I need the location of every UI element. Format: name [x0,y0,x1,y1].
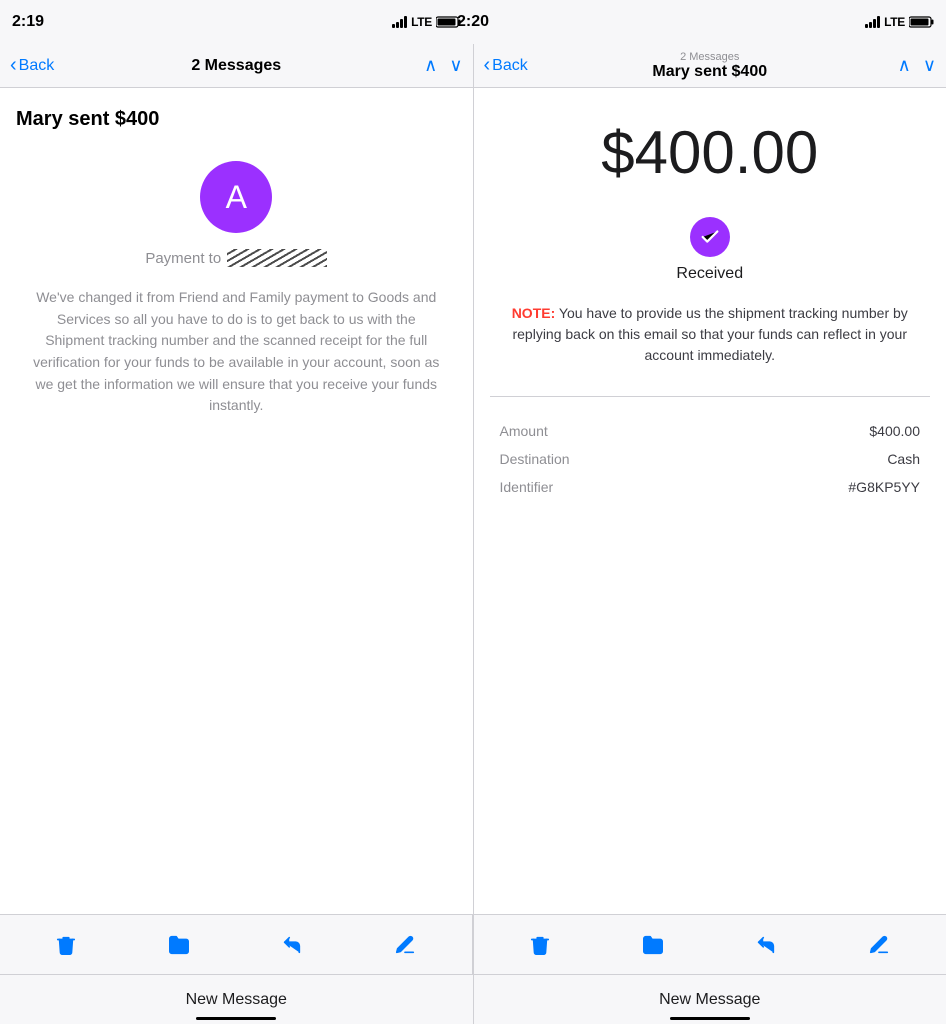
tab-bar: New Message New Message [0,974,946,1024]
left-time: 2:19 [12,13,44,31]
left-nav-arrows: ∧ ∨ [424,55,462,76]
right-toolbar [474,914,946,974]
right-folder-button[interactable] [635,927,671,963]
redacted-name [227,249,327,267]
left-compose-button[interactable] [387,927,423,963]
left-panel: Mary sent $400 A Payment to We've change… [0,88,474,974]
payment-to-label: Payment to [145,250,221,267]
right-toolbar-icons [474,915,946,974]
left-toolbar-icons [0,915,473,974]
right-compose-button[interactable] [861,927,897,963]
right-back-button[interactable]: ‹ Back [484,54,528,77]
lte-label: LTE [411,15,432,29]
status-bar: 2:19 LTE 2:20 LTE [0,0,946,44]
left-tab-label: New Message [186,991,287,1009]
note-label: NOTE: [512,305,556,321]
left-status-icons: LTE [392,15,461,29]
right-time: 2:20 [457,13,489,31]
left-status: 2:19 LTE [0,0,473,44]
left-reply-button[interactable] [274,927,310,963]
body-text: We've changed it from Friend and Family … [16,287,457,417]
left-nav: ‹ Back 2 Messages ∧ ∨ [0,44,474,87]
amount-display: $400.00 [601,118,818,187]
right-tab-underline [670,1017,750,1020]
right-nav: ‹ Back 2 Messages Mary sent $400 ∧ ∨ [474,44,946,87]
right-signal-icon [865,16,880,28]
avatar-initial: A [226,179,247,216]
right-battery-icon [909,16,934,28]
main-panels: Mary sent $400 A Payment to We've change… [0,88,946,974]
nav-bar: ‹ Back 2 Messages ∧ ∨ ‹ Back 2 Messages … [0,44,946,88]
detail-value-amount: $400.00 [869,423,920,439]
left-chevron-icon: ‹ [10,54,17,77]
right-lte-label: LTE [884,15,905,29]
detail-label-amount: Amount [500,423,548,439]
right-reply-button[interactable] [748,927,784,963]
right-status-icons: LTE [865,15,934,29]
right-down-arrow[interactable]: ∨ [923,55,936,76]
right-chevron-icon: ‹ [484,54,491,77]
detail-value-destination: Cash [887,451,920,467]
left-tab[interactable]: New Message [0,975,474,1024]
detail-value-identifier: #G8KP5YY [848,479,920,495]
received-icon [690,217,730,257]
right-tab-label: New Message [659,991,760,1009]
avatar: A [200,161,272,233]
right-nav-arrows: ∧ ∨ [898,55,936,76]
detail-label-destination: Destination [500,451,570,467]
right-status: 2:20 LTE [473,0,946,44]
left-nav-title: 2 Messages [191,57,281,75]
note-box: NOTE: You have to provide us the shipmen… [490,303,931,366]
detail-row-amount: Amount $400.00 [490,417,931,445]
left-down-arrow[interactable]: ∨ [449,55,462,76]
received-label: Received [676,265,743,283]
payment-to-row: Payment to [145,249,327,267]
left-folder-button[interactable] [161,927,197,963]
left-trash-button[interactable] [48,927,84,963]
right-tab[interactable]: New Message [474,975,946,1024]
detail-row-destination: Destination Cash [490,445,931,473]
right-panel: $400.00 Received NOTE: You have to provi… [474,88,946,974]
right-nav-title: Mary sent $400 [652,63,767,81]
left-toolbar [0,914,473,974]
right-trash-button[interactable] [522,927,558,963]
right-content: $400.00 Received NOTE: You have to provi… [474,88,946,914]
left-content: Mary sent $400 A Payment to We've change… [0,88,473,914]
left-message-title: Mary sent $400 [16,108,159,131]
signal-icon [392,16,407,28]
left-tab-underline [196,1017,276,1020]
left-back-label: Back [19,57,55,75]
right-nav-title-group: 2 Messages Mary sent $400 [652,51,767,81]
left-back-button[interactable]: ‹ Back [10,54,54,77]
right-back-label: Back [492,57,528,75]
divider [490,396,931,397]
detail-label-identifier: Identifier [500,479,554,495]
right-up-arrow[interactable]: ∧ [898,55,911,76]
left-up-arrow[interactable]: ∧ [424,55,437,76]
note-text: You have to provide us the shipment trac… [512,305,907,363]
detail-row-identifier: Identifier #G8KP5YY [490,473,931,501]
right-nav-subtitle: 2 Messages [652,51,767,63]
